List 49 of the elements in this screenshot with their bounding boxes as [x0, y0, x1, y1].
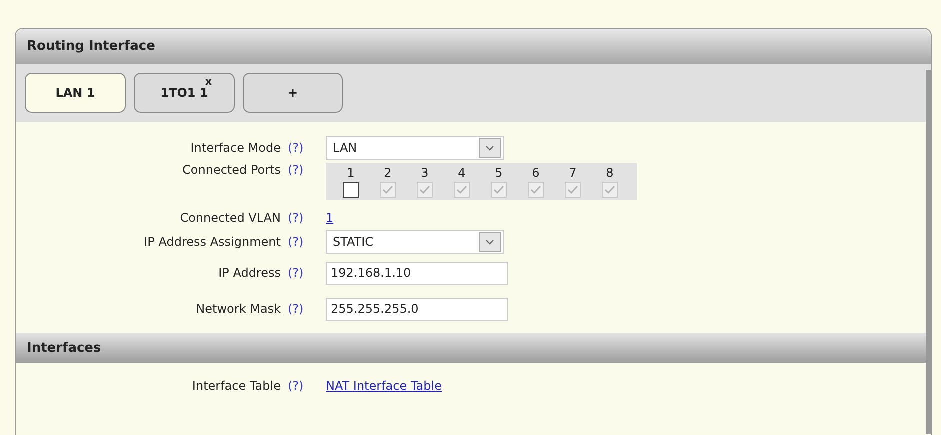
checkbox[interactable] — [343, 182, 359, 198]
link[interactable]: NAT Interface Table — [326, 379, 442, 393]
dropdown[interactable]: STATIC — [326, 230, 504, 254]
field-label: Connected Ports — [182, 163, 282, 177]
checkmark-icon — [530, 185, 542, 195]
field-label: Interface Table — [191, 379, 282, 393]
checkmark-icon — [604, 185, 616, 195]
tab[interactable]: 1TO1 1 x — [134, 73, 235, 113]
field-label: Network Mask — [195, 302, 282, 316]
dropdown[interactable]: LAN — [326, 136, 504, 160]
dropdown-button[interactable] — [479, 232, 501, 252]
tab[interactable]: + — [243, 73, 343, 113]
port-number: 6 — [532, 165, 540, 182]
help-link[interactable]: (?) — [288, 235, 326, 249]
help-link[interactable]: (?) — [288, 302, 326, 316]
port-number: 4 — [458, 165, 466, 182]
caret-icon — [486, 146, 494, 150]
field-label: Interface Mode — [190, 141, 282, 155]
help-link[interactable]: (?) — [288, 211, 326, 225]
dropdown-value: STATIC — [332, 235, 375, 249]
checkmark-icon — [382, 185, 394, 195]
checkmark-icon — [567, 185, 579, 195]
checkmark-icon — [493, 185, 505, 195]
dropdown-button[interactable] — [479, 138, 501, 158]
input-field[interactable]: 255.255.255.0 — [326, 298, 508, 320]
field-label: Connected VLAN — [179, 211, 282, 225]
port-number: 7 — [569, 165, 577, 182]
caret-icon — [486, 240, 494, 244]
port-number: 8 — [606, 165, 614, 182]
help-link[interactable]: (?) — [288, 141, 326, 155]
help-link[interactable]: (?) — [288, 163, 326, 177]
help-link[interactable]: (?) — [288, 266, 326, 280]
checkmark-icon — [456, 185, 468, 195]
help-link[interactable]: (?) — [288, 379, 326, 393]
port-number: 2 — [384, 165, 392, 182]
checkmark-icon — [419, 185, 431, 195]
field-label: IP Address Assignment — [143, 235, 282, 249]
scrollbar[interactable] — [926, 70, 931, 434]
tab[interactable]: LAN 1 — [25, 73, 126, 113]
port-number: 5 — [495, 165, 503, 182]
port-number: 1 — [347, 165, 355, 182]
dropdown-value: LAN — [332, 141, 358, 155]
panel-title: Routing Interface — [27, 39, 156, 54]
port-number: 3 — [421, 165, 429, 182]
close-button[interactable]: x — [206, 77, 212, 88]
field-label: IP Address — [218, 266, 282, 280]
link[interactable]: 1 — [326, 211, 334, 225]
input-field[interactable]: 192.168.1.10 — [326, 262, 508, 284]
section-title: Interfaces — [27, 340, 102, 356]
